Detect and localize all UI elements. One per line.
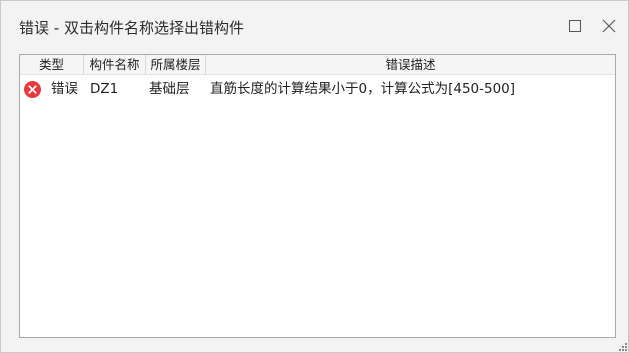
- maximize-button[interactable]: [563, 14, 587, 38]
- error-list[interactable]: 类型 构件名称 所属楼层 错误描述 错误 DZ1 基础层 直筋长度的计算结果小于…: [19, 54, 616, 338]
- list-header: 类型 构件名称 所属楼层 错误描述: [20, 55, 615, 75]
- maximize-icon: [569, 20, 581, 32]
- title-bar[interactable]: 错误 - 双击构件名称选择出错构件: [1, 1, 628, 47]
- cell-component-name[interactable]: DZ1: [90, 77, 118, 101]
- resize-grip-icon[interactable]: [616, 340, 628, 352]
- table-row[interactable]: 错误 DZ1 基础层 直筋长度的计算结果小于0，计算公式为[450-500]: [20, 77, 615, 101]
- error-icon: [24, 81, 41, 98]
- close-icon: [602, 19, 616, 33]
- cell-type: 错误: [51, 81, 78, 97]
- error-dialog: 错误 - 双击构件名称选择出错构件 类型 构件名称 所属楼层 错误描述 错误 D…: [0, 0, 629, 353]
- column-header-description[interactable]: 错误描述: [206, 55, 615, 75]
- close-button[interactable]: [597, 14, 621, 38]
- window-title: 错误 - 双击构件名称选择出错构件: [19, 19, 244, 37]
- column-header-floor[interactable]: 所属楼层: [146, 55, 206, 75]
- cell-description: 直筋长度的计算结果小于0，计算公式为[450-500]: [210, 81, 516, 97]
- column-header-name[interactable]: 构件名称: [84, 55, 146, 75]
- column-header-type[interactable]: 类型: [20, 55, 84, 75]
- cell-floor: 基础层: [149, 81, 190, 97]
